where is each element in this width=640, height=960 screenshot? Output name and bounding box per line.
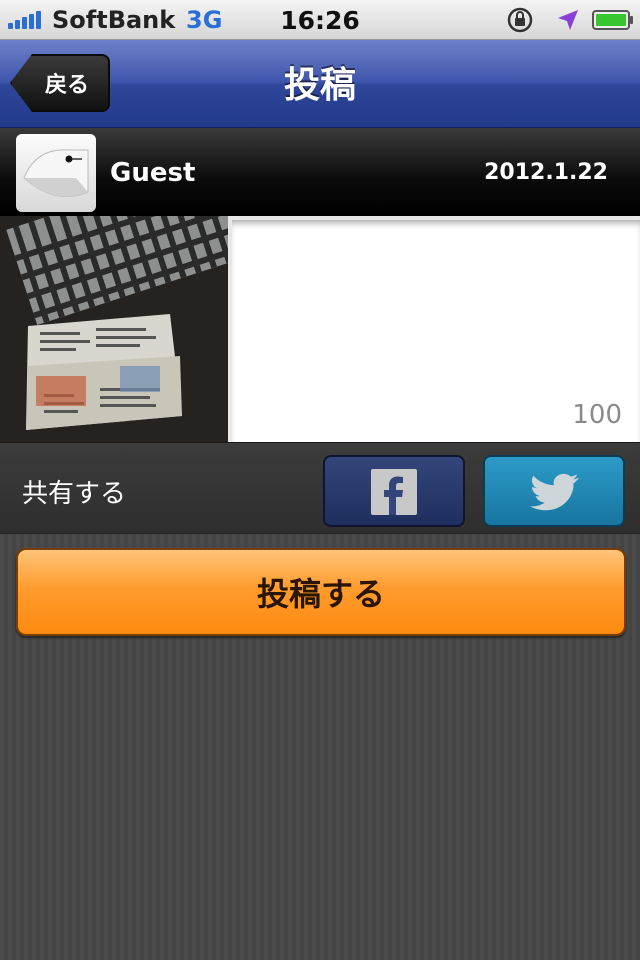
guest-avatar-icon (23, 149, 89, 198)
post-date: 2012.1.22 (484, 160, 608, 185)
page-title: 投稿 (283, 65, 356, 106)
user-header: Guest 2012.1.22 (0, 128, 640, 216)
battery-icon (592, 10, 633, 30)
char-counter: 100 (572, 400, 622, 430)
submit-post-button[interactable]: 投稿する (16, 548, 626, 636)
comment-input[interactable]: 100 (232, 220, 640, 442)
location-icon (558, 10, 578, 30)
avatar (16, 134, 96, 212)
username: Guest (110, 158, 196, 188)
share-row: 共有する (0, 442, 640, 534)
twitter-icon (530, 473, 579, 511)
facebook-share-button[interactable] (323, 455, 465, 527)
facebook-icon (371, 469, 417, 515)
nav-bar: 戻る 投稿 (0, 40, 640, 128)
post-content: 100 (0, 216, 640, 442)
share-label: 共有する (22, 479, 127, 509)
status-bar: SoftBank 3G 16:26 (0, 0, 640, 40)
post-photo[interactable] (0, 216, 228, 442)
clock: 16:26 (280, 6, 360, 35)
twitter-share-button[interactable] (483, 455, 625, 527)
rotation-lock-icon (507, 7, 533, 33)
